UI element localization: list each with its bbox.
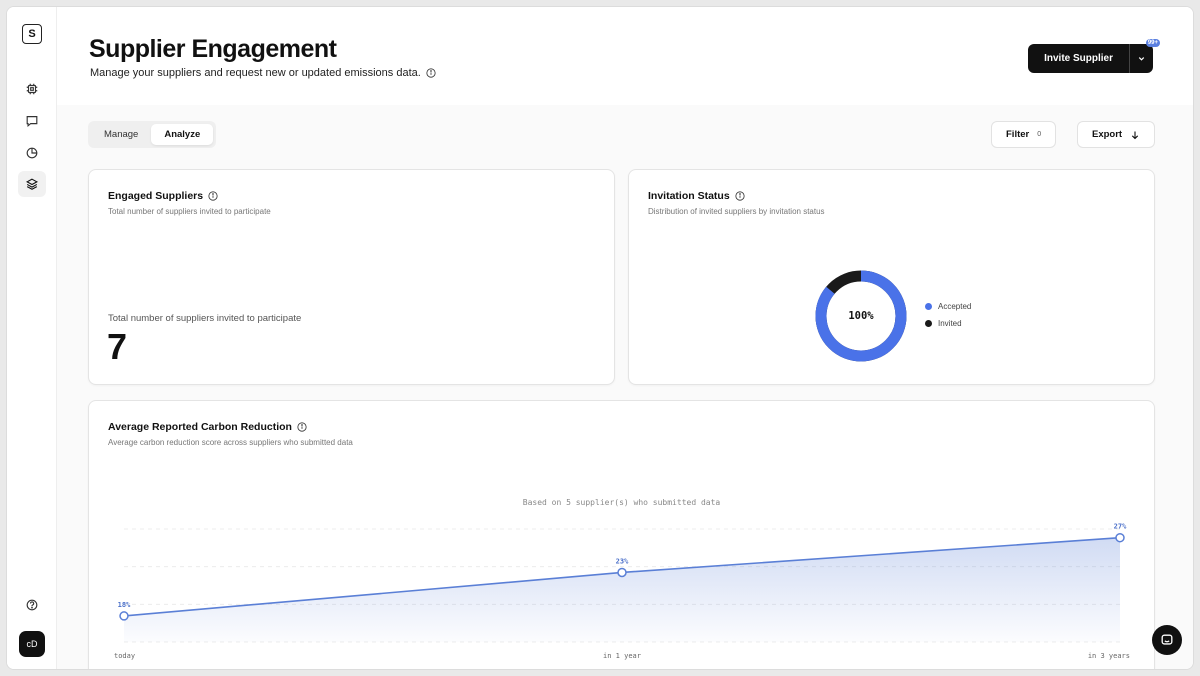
tab-manage[interactable]: Manage xyxy=(91,124,151,145)
filter-label: Filter xyxy=(1006,129,1030,140)
pie-chart-icon[interactable] xyxy=(18,140,46,166)
invite-supplier-group: Invite Supplier 99+ xyxy=(1028,39,1160,73)
app-logo[interactable]: S xyxy=(22,24,42,44)
engaged-suppliers-subtitle: Total number of suppliers invited to par… xyxy=(108,207,271,216)
info-icon[interactable] xyxy=(735,191,745,201)
info-icon[interactable] xyxy=(426,68,436,78)
invitation-status-subtitle: Distribution of invited suppliers by inv… xyxy=(648,207,825,216)
chart-data-label: 23% xyxy=(616,557,629,565)
export-button[interactable]: Export xyxy=(1077,121,1156,148)
tab-analyze[interactable]: Analyze xyxy=(151,124,214,145)
carbon-reduction-chart: 18% today 23% in 1 year 27% in 3 years xyxy=(114,523,1130,660)
chip-icon[interactable] xyxy=(18,76,46,102)
chat-icon xyxy=(1161,634,1173,645)
legend-item-invited: Invited xyxy=(925,319,971,328)
chart-x-tick-label: today xyxy=(114,652,135,660)
invitation-status-title: Invitation Status xyxy=(648,190,745,202)
notification-badge: 99+ xyxy=(1145,39,1160,47)
engaged-suppliers-stat-label: Total number of suppliers invited to par… xyxy=(108,313,302,324)
invitation-status-title-text: Invitation Status xyxy=(648,190,730,202)
user-avatar[interactable]: cD xyxy=(19,631,45,657)
layers-icon[interactable] xyxy=(18,171,46,197)
invitation-legend: Accepted Invited xyxy=(925,302,971,336)
legend-item-accepted: Accepted xyxy=(925,302,971,311)
chart-x-tick-label: in 1 year xyxy=(603,652,641,660)
chart-x-tick-label: in 3 years xyxy=(1088,652,1130,660)
chat-launcher-button[interactable] xyxy=(1152,625,1182,655)
chart-data-point[interactable] xyxy=(1115,532,1125,543)
chevron-down-icon xyxy=(1138,57,1145,61)
page-subtitle: Manage your suppliers and request new or… xyxy=(90,67,436,79)
page-header: Supplier Engagement Manage your supplier… xyxy=(57,7,1193,105)
export-label: Export xyxy=(1092,129,1123,140)
chart-data-point[interactable] xyxy=(617,567,627,578)
carbon-reduction-card: Average Reported Carbon Reduction Averag… xyxy=(88,400,1155,669)
view-tabs: Manage Analyze xyxy=(88,121,217,148)
invitation-donut-chart: 100% xyxy=(815,270,907,362)
page-title: Supplier Engagement xyxy=(89,35,337,63)
invite-dropdown-button[interactable] xyxy=(1129,44,1153,73)
chart-data-label: 27% xyxy=(1114,523,1127,531)
legend-dot-accepted xyxy=(925,303,932,310)
legend-label-accepted: Accepted xyxy=(938,302,972,311)
donut-center-label: 100% xyxy=(848,310,874,322)
page-subtitle-text: Manage your suppliers and request new or… xyxy=(90,67,421,79)
chart-area-fill xyxy=(124,537,1120,642)
sidebar: S cD xyxy=(7,7,57,669)
message-icon[interactable] xyxy=(18,108,46,134)
engaged-suppliers-count: 7 xyxy=(107,326,128,367)
main-content: Manage Analyze Filter 0 Export Engaged S… xyxy=(57,105,1193,669)
legend-label-invited: Invited xyxy=(938,319,962,328)
chart-data-label: 18% xyxy=(118,601,131,609)
filter-count: 0 xyxy=(1037,131,1042,138)
engaged-suppliers-title-text: Engaged Suppliers xyxy=(108,190,204,202)
engaged-suppliers-title: Engaged Suppliers xyxy=(108,190,218,202)
legend-dot-invited xyxy=(925,320,932,327)
app-window: S cD Supplier Engagement Manage your sup… xyxy=(6,6,1194,670)
arrow-down-icon xyxy=(1132,131,1139,139)
invitation-status-card: Invitation Status Distribution of invite… xyxy=(628,169,1155,385)
help-circle-icon[interactable] xyxy=(18,592,46,618)
invite-supplier-button[interactable]: Invite Supplier xyxy=(1028,44,1129,73)
filter-button[interactable]: Filter 0 xyxy=(991,121,1057,148)
engaged-suppliers-card: Engaged Suppliers Total number of suppli… xyxy=(88,169,615,385)
info-icon[interactable] xyxy=(208,191,218,201)
chart-data-point[interactable] xyxy=(119,611,129,621)
